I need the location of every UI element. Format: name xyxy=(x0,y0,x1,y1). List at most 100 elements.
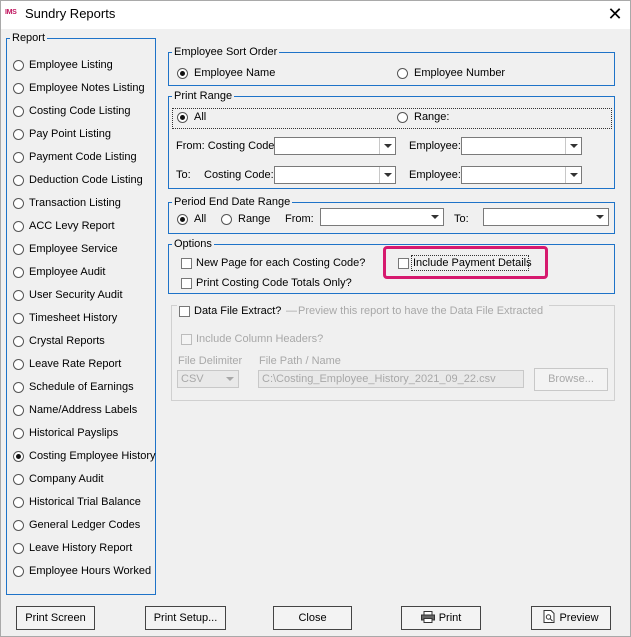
report-radio[interactable] xyxy=(13,244,24,255)
report-item-label[interactable]: Transaction Listing xyxy=(29,197,121,209)
report-item-crystal-reports[interactable]: Crystal Reports xyxy=(13,333,151,351)
report-item-costing-employee-history[interactable]: Costing Employee History xyxy=(13,448,156,466)
file-delimiter-combo[interactable]: CSV xyxy=(177,370,239,388)
report-radio[interactable] xyxy=(13,474,24,485)
period-all-radio[interactable] xyxy=(177,214,188,225)
report-item-label[interactable]: Employee Notes Listing xyxy=(29,82,145,94)
report-radio[interactable] xyxy=(13,543,24,554)
report-radio[interactable] xyxy=(13,152,24,163)
report-item-schedule-of-earnings[interactable]: Schedule of Earnings xyxy=(13,379,151,397)
report-item-label[interactable]: Leave History Report xyxy=(29,542,132,554)
report-item-label[interactable]: Crystal Reports xyxy=(29,335,105,347)
data-file-label[interactable]: Data File Extract? xyxy=(194,305,281,317)
report-item-employee-service[interactable]: Employee Service xyxy=(13,241,151,259)
report-radio[interactable] xyxy=(13,405,24,416)
chevron-down-icon[interactable] xyxy=(565,138,581,154)
report-item-transaction-listing[interactable]: Transaction Listing xyxy=(13,195,151,213)
report-item-historical-trial-balance[interactable]: Historical Trial Balance xyxy=(13,494,151,512)
report-item-employee-hours-worked[interactable]: Employee Hours Worked xyxy=(13,563,151,581)
report-item-label[interactable]: General Ledger Codes xyxy=(29,519,140,531)
print-setup-button[interactable]: Print Setup... xyxy=(145,606,226,630)
report-item-label[interactable]: Employee Service xyxy=(29,243,118,255)
close-button[interactable]: Close xyxy=(273,606,352,630)
new-page-checkbox[interactable] xyxy=(181,258,192,269)
report-radio[interactable] xyxy=(13,359,24,370)
period-all-label[interactable]: All xyxy=(194,213,206,225)
sort-employee-name-radio[interactable] xyxy=(177,68,188,79)
report-radio[interactable] xyxy=(13,382,24,393)
report-item-label[interactable]: Company Audit xyxy=(29,473,104,485)
report-item-label[interactable]: Costing Code Listing xyxy=(29,105,131,117)
report-item-label[interactable]: Employee Audit xyxy=(29,266,105,278)
report-item-employee-notes-listing[interactable]: Employee Notes Listing xyxy=(13,80,151,98)
chevron-down-icon[interactable] xyxy=(379,167,395,183)
print-range-all-radio[interactable] xyxy=(177,112,188,123)
report-item-employee-audit[interactable]: Employee Audit xyxy=(13,264,151,282)
sort-employee-number-radio[interactable] xyxy=(397,68,408,79)
report-radio[interactable] xyxy=(13,60,24,71)
report-item-timesheet-history[interactable]: Timesheet History xyxy=(13,310,151,328)
report-item-leave-rate-report[interactable]: Leave Rate Report xyxy=(13,356,151,374)
print-button[interactable]: Print xyxy=(401,606,481,630)
report-radio[interactable] xyxy=(13,175,24,186)
report-item-label[interactable]: Name/Address Labels xyxy=(29,404,137,416)
report-item-label[interactable]: Costing Employee History xyxy=(29,450,156,462)
report-item-label[interactable]: ACC Levy Report xyxy=(29,220,115,232)
report-radio[interactable] xyxy=(13,290,24,301)
report-item-label[interactable]: Timesheet History xyxy=(29,312,117,324)
report-radio[interactable] xyxy=(13,83,24,94)
to-employee-combo[interactable] xyxy=(461,166,582,184)
report-item-label[interactable]: User Security Audit xyxy=(29,289,123,301)
period-range-label[interactable]: Range xyxy=(238,213,270,225)
report-radio[interactable] xyxy=(13,267,24,278)
totals-only-checkbox[interactable] xyxy=(181,278,192,289)
period-range-radio[interactable] xyxy=(221,214,232,225)
report-item-label[interactable]: Deduction Code Listing xyxy=(29,174,143,186)
report-item-label[interactable]: Historical Trial Balance xyxy=(29,496,141,508)
report-item-employee-listing[interactable]: Employee Listing xyxy=(13,57,151,75)
close-window-icon[interactable]: ✕ xyxy=(601,2,629,26)
report-item-payment-code-listing[interactable]: Payment Code Listing xyxy=(13,149,151,167)
report-radio[interactable] xyxy=(13,520,24,531)
sort-employee-name-label[interactable]: Employee Name xyxy=(194,67,275,79)
report-item-historical-payslips[interactable]: Historical Payslips xyxy=(13,425,151,443)
data-file-checkbox[interactable] xyxy=(179,306,190,317)
period-from-combo[interactable] xyxy=(320,208,444,226)
report-item-deduction-code-listing[interactable]: Deduction Code Listing xyxy=(13,172,151,190)
period-to-combo[interactable] xyxy=(483,208,609,226)
new-page-label[interactable]: New Page for each Costing Code? xyxy=(196,257,365,269)
report-item-pay-point-listing[interactable]: Pay Point Listing xyxy=(13,126,151,144)
report-item-label[interactable]: Pay Point Listing xyxy=(29,128,111,140)
report-item-label[interactable]: Leave Rate Report xyxy=(29,358,121,370)
browse-button[interactable]: Browse... xyxy=(534,368,608,391)
report-item-label[interactable]: Historical Payslips xyxy=(29,427,118,439)
report-item-label[interactable]: Employee Hours Worked xyxy=(29,565,151,577)
report-item-label[interactable]: Payment Code Listing xyxy=(29,151,137,163)
preview-button[interactable]: Preview xyxy=(531,606,611,630)
report-radio[interactable] xyxy=(13,451,24,462)
chevron-down-icon[interactable] xyxy=(427,209,443,225)
print-screen-button[interactable]: Print Screen xyxy=(16,606,95,630)
print-range-range-label[interactable]: Range: xyxy=(414,111,449,123)
print-range-all-label[interactable]: All xyxy=(194,111,206,123)
chevron-down-icon[interactable] xyxy=(379,138,395,154)
include-headers-label[interactable]: Include Column Headers? xyxy=(196,333,323,345)
report-item-general-ledger-codes[interactable]: General Ledger Codes xyxy=(13,517,151,535)
report-item-label[interactable]: Employee Listing xyxy=(29,59,113,71)
report-item-user-security-audit[interactable]: User Security Audit xyxy=(13,287,151,305)
print-range-range-radio[interactable] xyxy=(397,112,408,123)
report-radio[interactable] xyxy=(13,428,24,439)
totals-only-label[interactable]: Print Costing Code Totals Only? xyxy=(196,277,352,289)
chevron-down-icon[interactable] xyxy=(222,371,238,387)
report-radio[interactable] xyxy=(13,313,24,324)
report-radio[interactable] xyxy=(13,497,24,508)
report-radio[interactable] xyxy=(13,566,24,577)
sort-employee-number-label[interactable]: Employee Number xyxy=(414,67,505,79)
to-costing-code-combo[interactable] xyxy=(274,166,396,184)
report-radio[interactable] xyxy=(13,221,24,232)
chevron-down-icon[interactable] xyxy=(592,209,608,225)
chevron-down-icon[interactable] xyxy=(565,167,581,183)
report-radio[interactable] xyxy=(13,336,24,347)
report-radio[interactable] xyxy=(13,129,24,140)
report-radio[interactable] xyxy=(13,198,24,209)
